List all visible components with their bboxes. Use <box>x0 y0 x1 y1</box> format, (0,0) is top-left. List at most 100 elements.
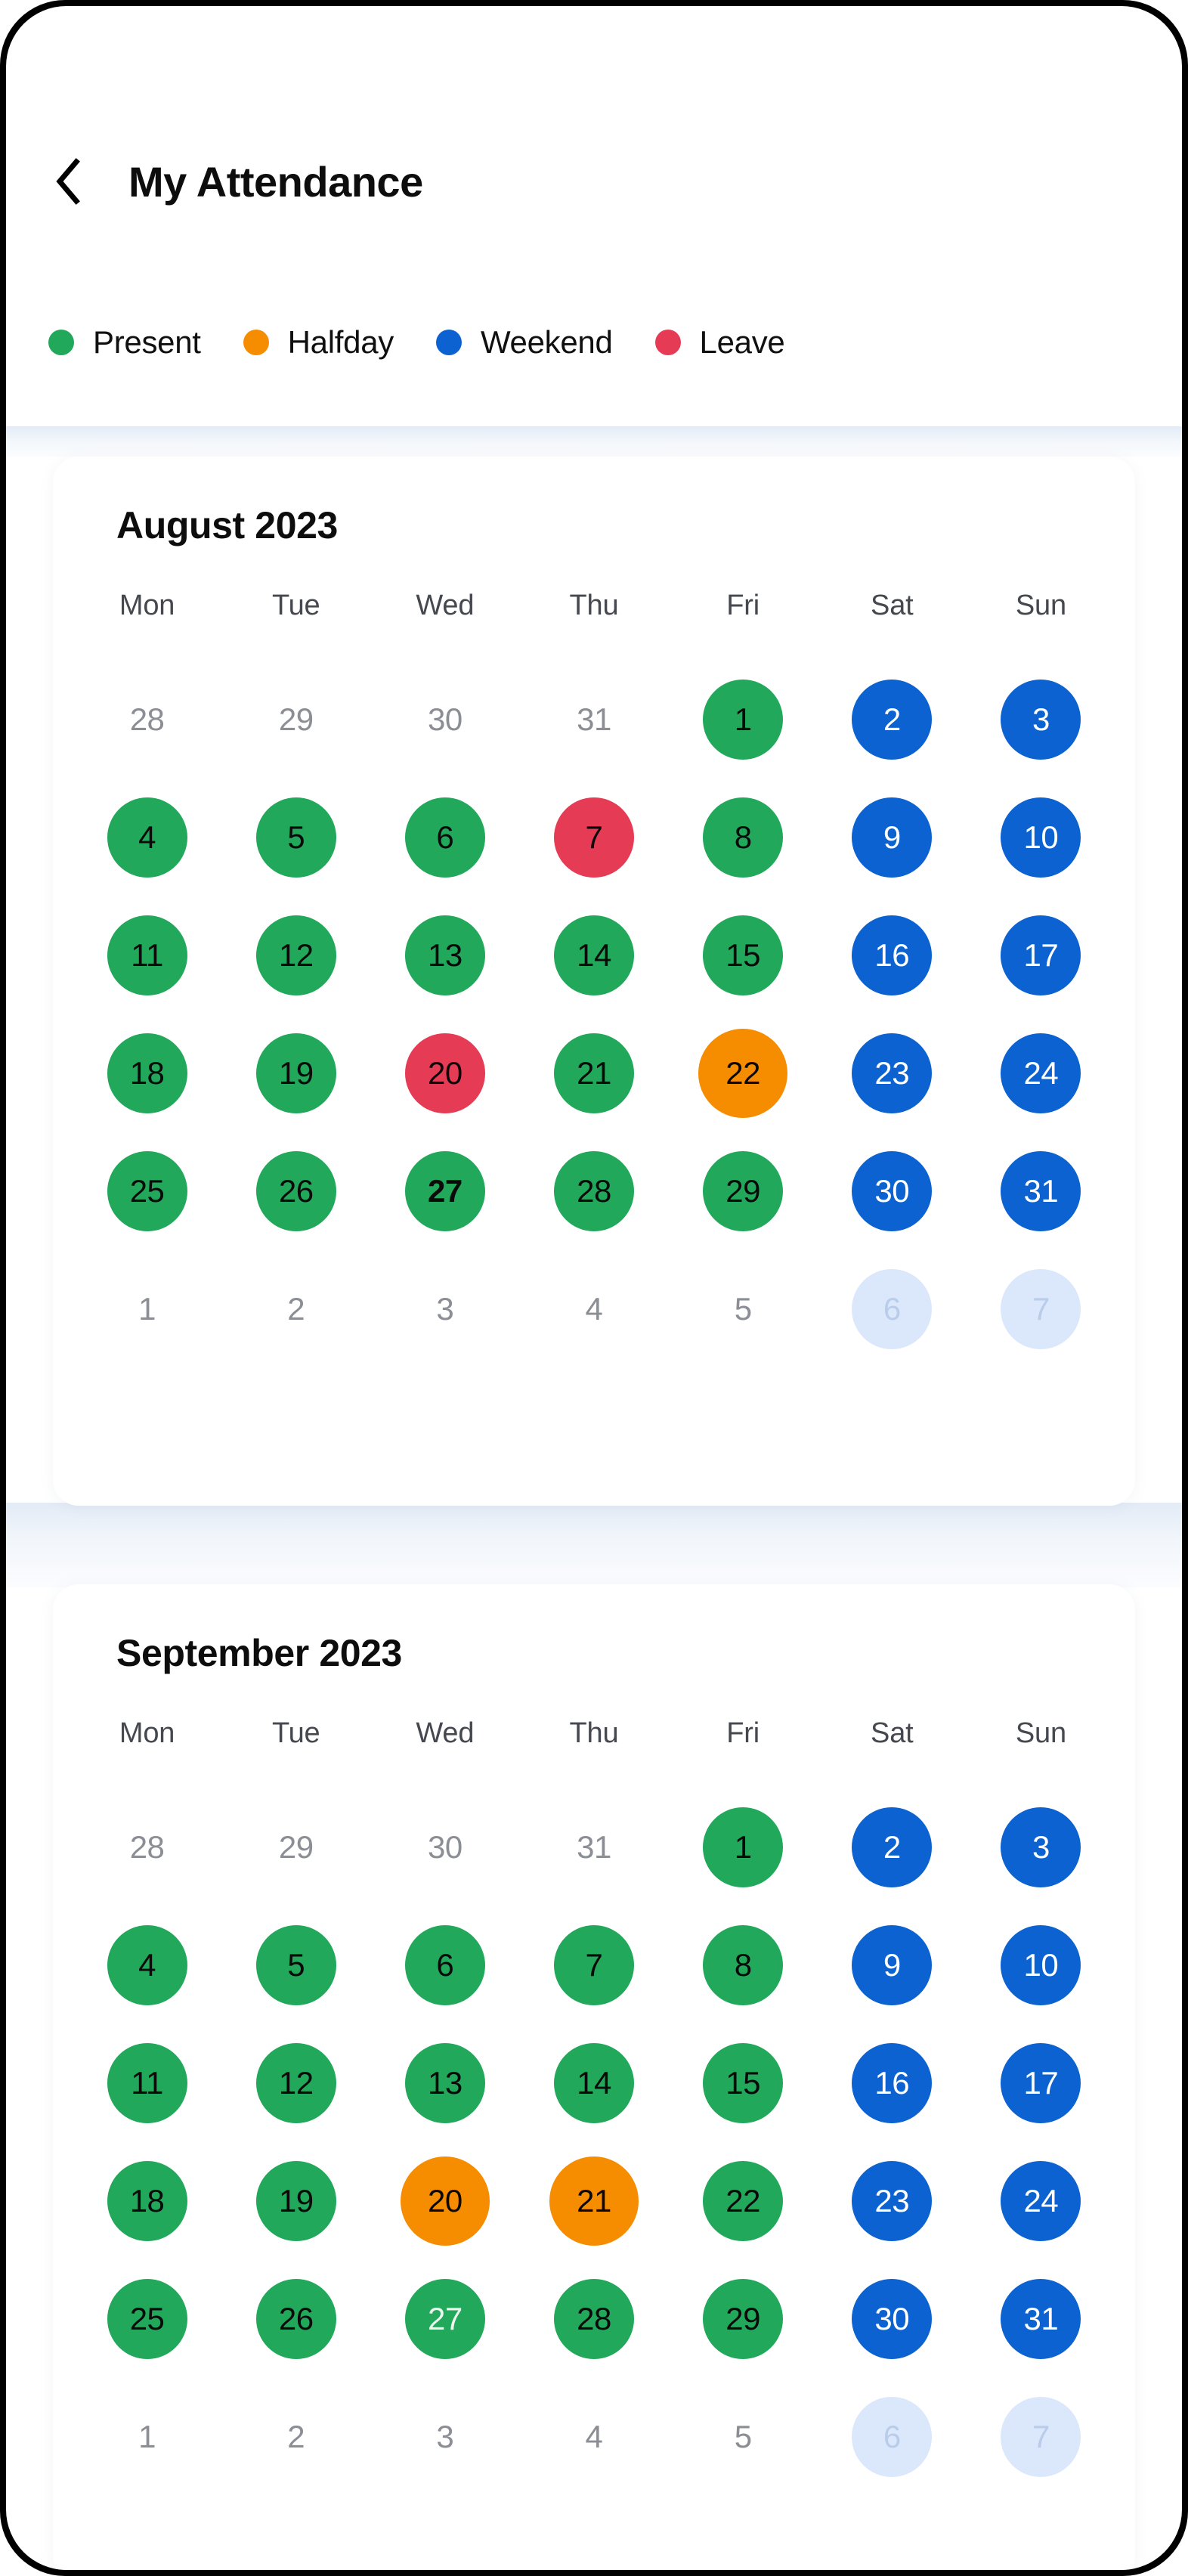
day-outside[interactable]: 4 <box>554 2397 634 2477</box>
day-cell[interactable]: 29 <box>221 1792 370 1903</box>
day-cell[interactable]: 23 <box>818 1018 967 1129</box>
day-cell[interactable]: 28 <box>73 1792 221 1903</box>
day-cell[interactable]: 16 <box>818 900 967 1011</box>
day-cell[interactable]: 6 <box>370 1910 519 2020</box>
day-present[interactable]: 5 <box>255 1925 336 2005</box>
day-outside-weekend[interactable]: 7 <box>1001 1269 1081 1349</box>
day-present[interactable]: 22 <box>703 2161 784 2241</box>
day-cell[interactable]: 6 <box>818 2382 967 2492</box>
day-present[interactable]: 4 <box>107 797 187 878</box>
day-cell[interactable]: 29 <box>221 664 370 775</box>
day-weekend[interactable]: 31 <box>1001 1151 1081 1231</box>
day-cell[interactable]: 2 <box>818 664 967 775</box>
day-outside[interactable]: 1 <box>107 1269 187 1349</box>
day-present[interactable]: 8 <box>703 1925 784 2005</box>
day-present[interactable]: 15 <box>703 2043 784 2123</box>
day-outside-weekend[interactable]: 6 <box>852 2397 933 2477</box>
day-cell[interactable]: 14 <box>519 900 668 1011</box>
day-present[interactable]: 27 <box>404 1151 485 1231</box>
day-cell[interactable]: 28 <box>519 2264 668 2374</box>
day-cell[interactable]: 25 <box>73 1136 221 1246</box>
day-cell[interactable]: 15 <box>669 900 818 1011</box>
day-cell[interactable]: 22 <box>669 2146 818 2256</box>
day-cell[interactable]: 19 <box>221 2146 370 2256</box>
day-present[interactable]: 21 <box>553 1033 634 1113</box>
day-weekend[interactable]: 2 <box>852 1807 933 1887</box>
day-cell[interactable]: 31 <box>967 2264 1115 2374</box>
day-cell[interactable]: 21 <box>519 1018 668 1129</box>
day-cell[interactable]: 12 <box>221 2028 370 2138</box>
day-cell[interactable]: 5 <box>669 1254 818 1364</box>
day-present[interactable]: 29 <box>703 2279 784 2359</box>
day-present[interactable]: 28 <box>553 2279 634 2359</box>
day-present[interactable]: 14 <box>553 2043 634 2123</box>
day-cell[interactable]: 1 <box>669 1792 818 1903</box>
day-present[interactable]: 4 <box>107 1925 187 2005</box>
day-present[interactable]: 15 <box>703 915 784 995</box>
day-weekend[interactable]: 9 <box>852 797 933 878</box>
day-cell[interactable]: 31 <box>967 1136 1115 1246</box>
day-cell[interactable]: 10 <box>967 1910 1115 2020</box>
day-cell[interactable]: 1 <box>73 1254 221 1364</box>
day-present[interactable]: 1 <box>703 680 784 760</box>
day-present[interactable]: 27 <box>404 2279 485 2359</box>
day-weekend[interactable]: 3 <box>1001 680 1081 760</box>
day-weekend[interactable]: 16 <box>852 2043 933 2123</box>
day-cell[interactable]: 28 <box>519 1136 668 1246</box>
day-present[interactable]: 13 <box>404 915 485 995</box>
day-outside[interactable]: 3 <box>405 2397 485 2477</box>
day-cell[interactable]: 25 <box>73 2264 221 2374</box>
day-cell[interactable]: 1 <box>669 664 818 775</box>
day-cell[interactable]: 21 <box>519 2146 668 2256</box>
day-cell[interactable]: 7 <box>519 782 668 893</box>
day-cell[interactable]: 2 <box>221 1254 370 1364</box>
day-cell[interactable]: 23 <box>818 2146 967 2256</box>
day-weekend[interactable]: 2 <box>852 680 933 760</box>
day-present[interactable]: 28 <box>553 1151 634 1231</box>
day-present[interactable]: 1 <box>703 1807 784 1887</box>
day-cell[interactable]: 4 <box>519 2382 668 2492</box>
day-present[interactable]: 18 <box>107 2161 187 2241</box>
day-outside[interactable]: 3 <box>405 1269 485 1349</box>
day-weekend[interactable]: 10 <box>1001 797 1081 878</box>
day-outside-weekend[interactable]: 7 <box>1001 2397 1081 2477</box>
day-halfday[interactable]: 22 <box>698 1029 788 1118</box>
day-cell[interactable]: 31 <box>519 664 668 775</box>
day-cell[interactable]: 2 <box>818 1792 967 1903</box>
day-cell[interactable]: 13 <box>370 900 519 1011</box>
day-outside[interactable]: 5 <box>703 2397 783 2477</box>
day-present[interactable]: 11 <box>107 2043 187 2123</box>
day-halfday[interactable]: 21 <box>549 2156 639 2246</box>
day-present[interactable]: 13 <box>404 2043 485 2123</box>
day-present[interactable]: 19 <box>255 1033 336 1113</box>
day-outside[interactable]: 30 <box>405 680 485 760</box>
day-cell[interactable]: 11 <box>73 2028 221 2138</box>
day-cell[interactable]: 19 <box>221 1018 370 1129</box>
day-cell[interactable]: 4 <box>73 1910 221 2020</box>
day-weekend[interactable]: 17 <box>1001 915 1081 995</box>
day-present[interactable]: 12 <box>255 2043 336 2123</box>
day-cell[interactable]: 4 <box>519 1254 668 1364</box>
day-cell[interactable]: 10 <box>967 782 1115 893</box>
day-cell[interactable]: 11 <box>73 900 221 1011</box>
day-cell[interactable]: 18 <box>73 1018 221 1129</box>
day-outside[interactable]: 29 <box>256 680 336 760</box>
day-cell[interactable]: 7 <box>967 1254 1115 1364</box>
day-cell[interactable]: 30 <box>370 664 519 775</box>
day-outside[interactable]: 2 <box>256 2397 336 2477</box>
day-weekend[interactable]: 31 <box>1001 2279 1081 2359</box>
day-cell[interactable]: 12 <box>221 900 370 1011</box>
day-cell[interactable]: 4 <box>73 782 221 893</box>
day-cell[interactable]: 8 <box>669 1910 818 2020</box>
day-present[interactable]: 5 <box>255 797 336 878</box>
day-cell[interactable]: 27 <box>370 2264 519 2374</box>
day-weekend[interactable]: 16 <box>852 915 933 995</box>
day-present[interactable]: 18 <box>107 1033 187 1113</box>
day-cell[interactable]: 29 <box>669 2264 818 2374</box>
day-present[interactable]: 6 <box>404 1925 485 2005</box>
day-present[interactable]: 7 <box>553 1925 634 2005</box>
day-cell[interactable]: 9 <box>818 1910 967 2020</box>
day-cell[interactable]: 5 <box>221 782 370 893</box>
day-cell[interactable]: 24 <box>967 1018 1115 1129</box>
day-cell[interactable]: 9 <box>818 782 967 893</box>
